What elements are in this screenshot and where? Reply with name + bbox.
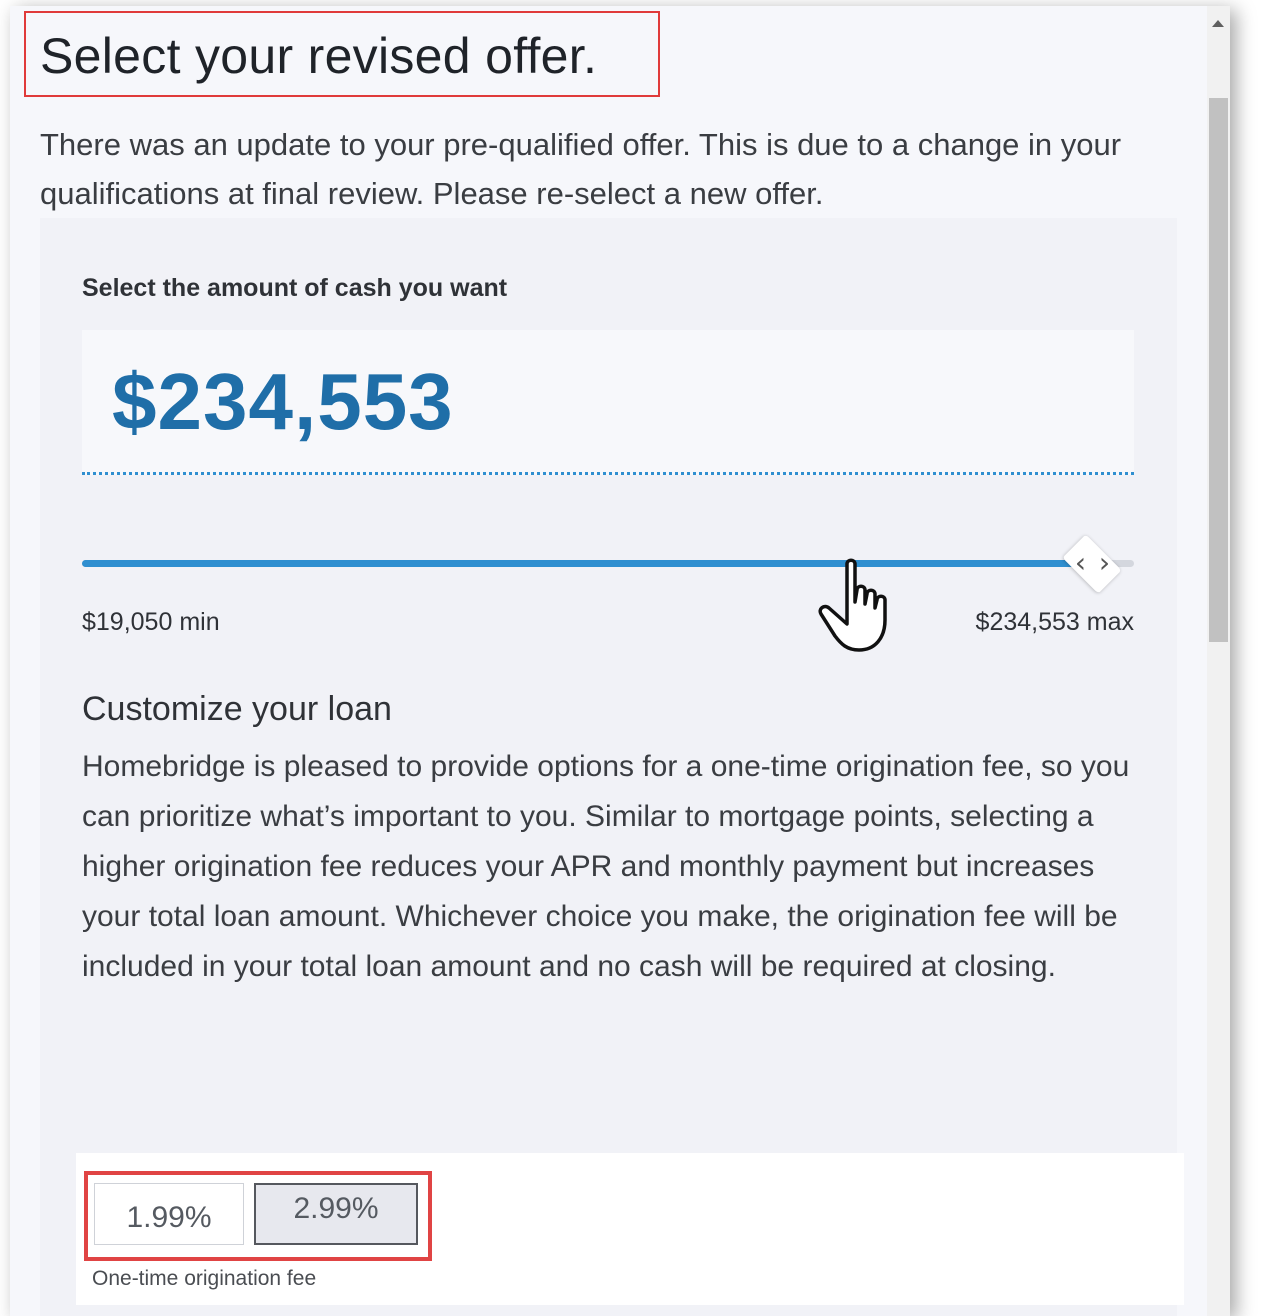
chevron-right-icon: › bbox=[1098, 546, 1111, 579]
scrollbar-thumb[interactable] bbox=[1209, 98, 1228, 642]
title-highlight-box: Select your revised offer. bbox=[24, 11, 660, 97]
cash-amount-field[interactable]: $234,553 bbox=[82, 330, 1134, 475]
fee-caption: One-time origination fee bbox=[92, 1267, 317, 1290]
slider-min-label: $19,050 min bbox=[82, 608, 220, 636]
cash-amount-label: Select the amount of cash you want bbox=[82, 274, 508, 302]
cash-slider-handle[interactable]: ‹ › bbox=[1057, 534, 1127, 594]
cash-slider-fill bbox=[82, 560, 1092, 567]
slider-max-label: $234,553 max bbox=[975, 608, 1134, 636]
page-title: Select your revised offer. bbox=[40, 28, 598, 84]
fee-options-highlight-box: 1.99% 2.99% bbox=[84, 1171, 432, 1261]
cash-amount-value: $234,553 bbox=[112, 357, 454, 446]
fee-option-2-99-button[interactable]: 2.99% bbox=[254, 1183, 418, 1245]
hand-pointer-icon bbox=[818, 558, 887, 652]
origination-fee-section: 1.99% 2.99% One-time origination fee bbox=[76, 1153, 1184, 1305]
offer-window: Select your revised offer. There was an … bbox=[10, 6, 1230, 1316]
scrollbar[interactable] bbox=[1207, 6, 1230, 1316]
customize-loan-description: Homebridge is pleased to provide options… bbox=[82, 750, 1130, 983]
customize-loan-heading: Customize your loan bbox=[82, 690, 392, 728]
scroll-up-arrow-icon[interactable] bbox=[1212, 20, 1224, 27]
chevron-left-icon: ‹ bbox=[1074, 546, 1087, 579]
slider-handle-shape bbox=[1062, 534, 1122, 594]
offer-card: Select the amount of cash you want $234,… bbox=[40, 218, 1184, 1316]
fee-option-1-99-button[interactable]: 1.99% bbox=[94, 1183, 244, 1245]
cash-slider-track[interactable] bbox=[82, 560, 1134, 567]
intro-text: There was an update to your pre-qualifie… bbox=[40, 127, 1122, 211]
